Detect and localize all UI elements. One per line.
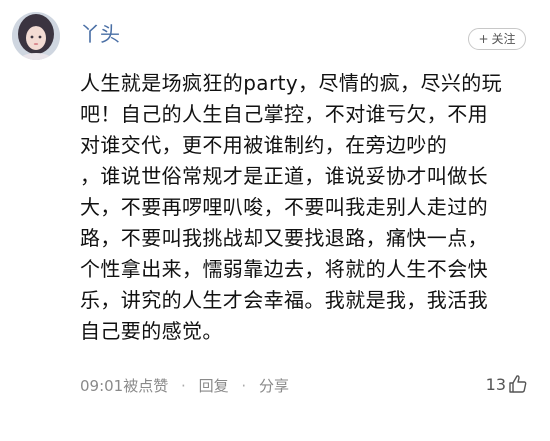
comment-line: 对谁交代，更不用被谁制约，在旁边吵的 [80, 133, 448, 157]
plus-icon: + [478, 32, 489, 46]
comment-line: 个性拿出来，懦弱靠边去，将就的人生不会快 [80, 257, 488, 281]
follow-button[interactable]: + 关注 [468, 28, 526, 50]
comment-line: 自己要的感觉。 [80, 319, 223, 343]
separator: · [181, 377, 186, 395]
comment-line: 人生就是场疯狂的party，尽情的疯，尽兴的玩 [80, 71, 503, 95]
follow-label: 关注 [491, 32, 516, 46]
username[interactable]: 丫头 [80, 20, 120, 48]
separator: · [241, 377, 247, 395]
comment-text: 人生就是场疯狂的party，尽情的疯，尽兴的玩 吧！自己的人生自己掌控，不对谁亏… [80, 68, 525, 347]
share-button[interactable]: 分享 [259, 377, 289, 395]
comment-card: 丫头 + 关注 人生就是场疯狂的party，尽情的疯，尽兴的玩 吧！自己的人生自己… [0, 0, 550, 441]
liked-by-link[interactable]: 被点赞 [123, 377, 168, 395]
avatar[interactable] [12, 12, 60, 60]
reply-button[interactable]: 回复 [199, 377, 229, 395]
thumbs-up-icon [508, 374, 528, 394]
comment-line: 路，不要叫我挑战却又要找退路，痛快一点， [80, 226, 488, 250]
timestamp: 09:01 [80, 377, 124, 395]
comment-meta: 09:01被点赞 · 回复 · 分享 [80, 374, 289, 398]
comment-line: 吧！自己的人生自己掌控，不对谁亏欠，不用 [80, 102, 488, 126]
comment-line: ，谁说世俗常规才是正道，谁说妥协才叫做长 [80, 164, 488, 188]
like-count: 13 [485, 374, 506, 394]
like-button[interactable]: 13 [486, 370, 528, 398]
comment-line: 乐，讲究的人生才会幸福。我就是我，我活我 [80, 288, 488, 312]
comment-line: 大，不要再啰哩叭唆，不要叫我走别人走过的 [80, 195, 488, 219]
